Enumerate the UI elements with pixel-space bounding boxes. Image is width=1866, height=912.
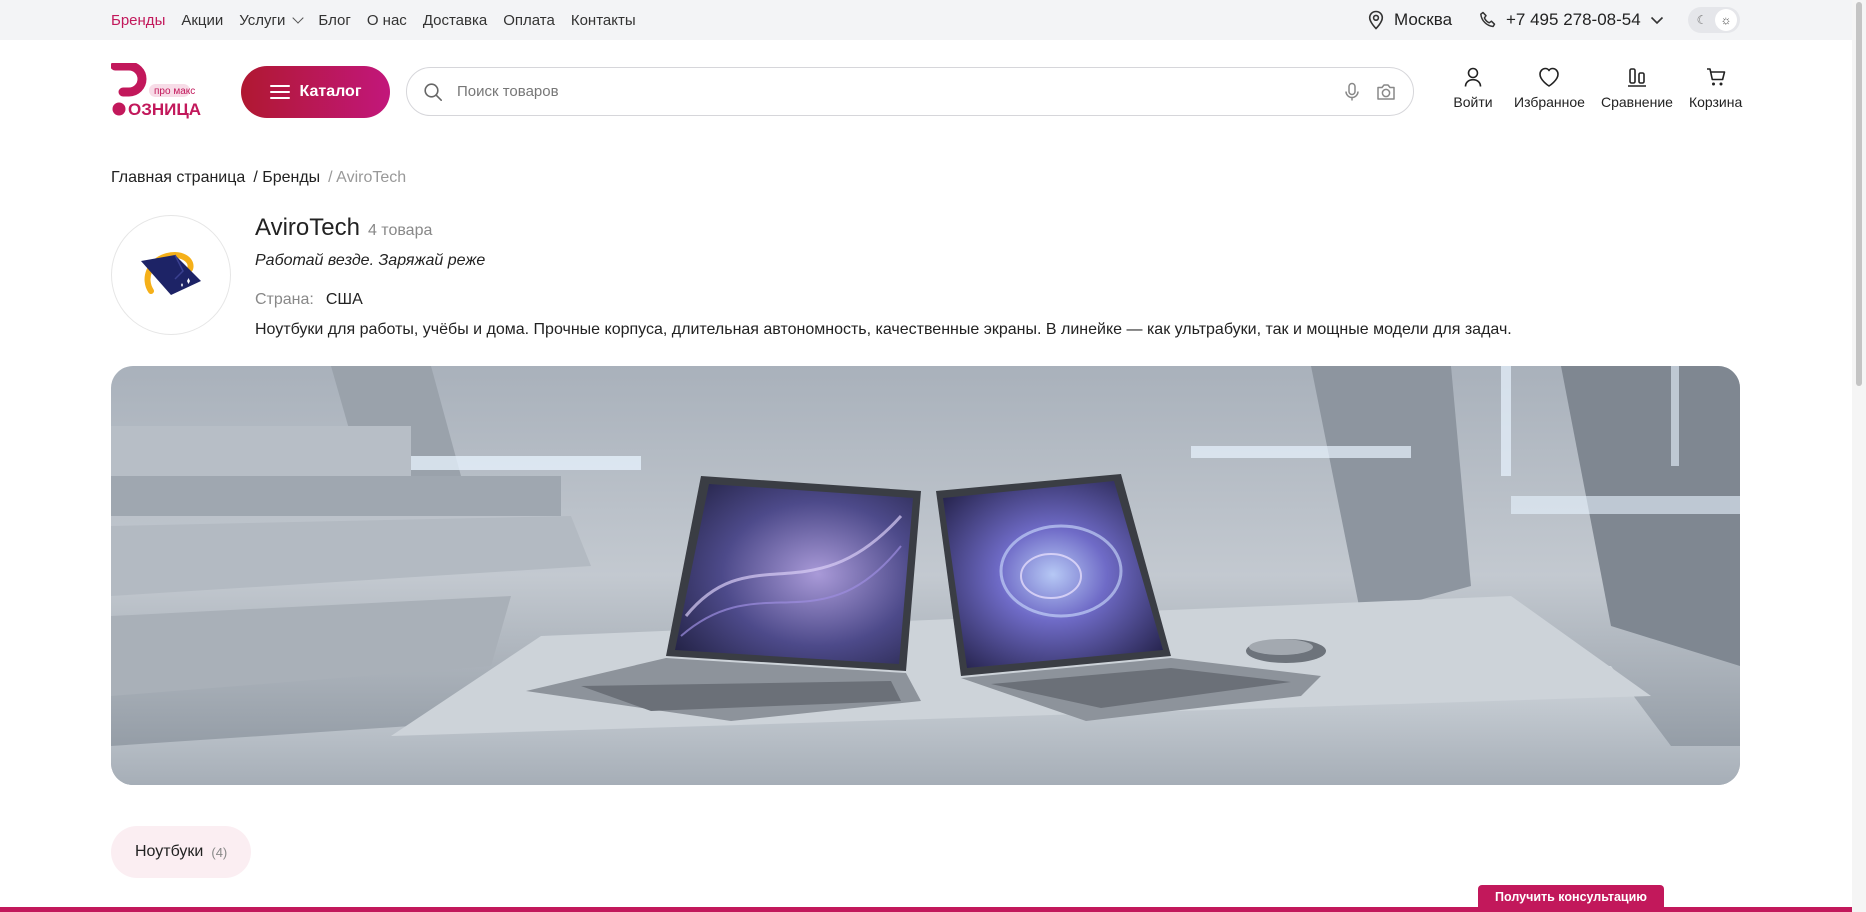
bottom-accent-bar (0, 907, 1852, 912)
scrollbar-thumb[interactable] (1856, 2, 1862, 386)
breadcrumb: Главная страница / Бренды / AviroTech (111, 169, 406, 187)
favorites-label: Избранное (1514, 94, 1585, 110)
brand-logo (111, 215, 231, 335)
microphone-icon[interactable] (1343, 82, 1361, 102)
tab-notebooks[interactable]: Ноутбуки (4) (111, 826, 252, 878)
login-button[interactable]: Войти (1448, 66, 1498, 110)
country-value: США (325, 291, 363, 308)
logo-wordmark: ОЗНИЦА (128, 100, 201, 119)
user-icon (1464, 67, 1482, 87)
tab-count: (4) (211, 844, 228, 860)
nav-promotions[interactable]: Акции (181, 12, 223, 29)
brand-product-count: 4 товара (367, 222, 433, 239)
brand-description: Ноутбуки для работы, учёбы и дома. Прочн… (255, 321, 1512, 338)
search-bar (406, 67, 1414, 116)
compare-label: Сравнение (1600, 94, 1673, 110)
top-nav: Бренды Акции Услуги Блог О нас Доставка … (111, 0, 636, 40)
phone-number: +7 495 278-08-54 (1506, 10, 1641, 29)
city-selector[interactable]: Москва (1366, 0, 1452, 40)
nav-brands[interactable]: Бренды (111, 12, 165, 29)
country-label: Страна: (255, 291, 314, 308)
cart-label: Корзина (1688, 94, 1743, 110)
compare-icon (1627, 68, 1646, 87)
breadcrumb-home[interactable]: Главная страница (111, 169, 245, 187)
top-bar: Бренды Акции Услуги Блог О нас Доставка … (0, 0, 1852, 40)
header-actions: Войти Избранное Сравнение Корзина (1448, 66, 1742, 110)
brand-slogan: Работай везде. Заряжай реже (255, 252, 486, 269)
city-label: Москва (1394, 10, 1453, 29)
phone-icon (1480, 11, 1496, 28)
nav-payment[interactable]: Оплата (503, 12, 555, 29)
catalog-label: Каталог (299, 83, 362, 100)
menu-icon (269, 85, 290, 99)
breadcrumb-current: / AviroTech (328, 169, 407, 186)
moon-icon: ☾ (1696, 13, 1708, 27)
sun-icon: ☼ (1715, 9, 1737, 31)
heart-icon (1539, 67, 1560, 87)
compare-button[interactable]: Сравнение (1601, 66, 1673, 110)
camera-icon[interactable] (1375, 82, 1397, 102)
catalog-button[interactable]: Каталог (241, 66, 390, 118)
chevron-down-icon (1650, 16, 1663, 25)
cart-button[interactable]: Корзина (1689, 66, 1742, 110)
consultation-button[interactable]: Получить консультацию (1478, 885, 1664, 909)
breadcrumb-brands[interactable]: / Бренды (253, 169, 320, 187)
cart-icon (1706, 68, 1725, 86)
nav-contacts[interactable]: Контакты (571, 12, 636, 29)
nav-blog[interactable]: Блог (318, 12, 350, 29)
login-label: Войти (1453, 94, 1493, 110)
nav-delivery[interactable]: Доставка (423, 12, 487, 29)
phone-selector[interactable]: +7 495 278-08-54 (1478, 0, 1665, 40)
search-input[interactable] (457, 83, 1343, 100)
chevron-down-icon (292, 11, 305, 24)
nav-services-label: Услуги (239, 11, 286, 29)
site-logo[interactable]: про макс ОЗНИЦА (110, 61, 211, 123)
brand-heading: AviroTech 4 товара (255, 214, 432, 242)
page-scrollbar[interactable] (1852, 0, 1866, 912)
location-pin-icon (1368, 10, 1384, 30)
tab-label: Ноутбуки (135, 843, 204, 860)
theme-toggle[interactable]: ☾ ☼ (1688, 7, 1740, 33)
nav-services[interactable]: Услуги (239, 11, 305, 29)
brand-country: Страна: США (255, 291, 363, 309)
nav-about[interactable]: О нас (367, 12, 407, 29)
favorites-button[interactable]: Избранное (1514, 66, 1585, 110)
brand-banner-image (111, 366, 1740, 785)
brand-name: AviroTech (255, 214, 360, 241)
search-icon (424, 82, 442, 101)
logo-tagline: про макс (154, 86, 195, 97)
